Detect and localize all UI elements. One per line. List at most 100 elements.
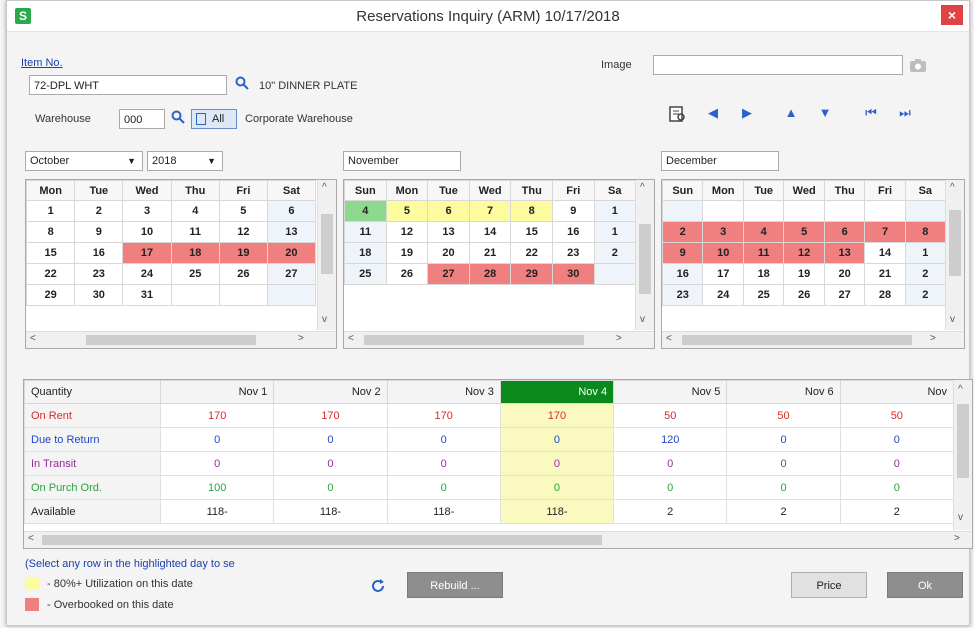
calendar-day[interactable] <box>662 200 704 222</box>
scroll-thumb[interactable] <box>682 335 912 345</box>
calendar-day[interactable] <box>702 200 744 222</box>
calendar-december-vscroll[interactable]: ^ v <box>945 180 964 330</box>
grid-cell[interactable]: 0 <box>726 427 841 452</box>
calendar-day[interactable]: 16 <box>552 221 595 243</box>
grid-column-header[interactable]: Nov 3 <box>386 380 501 404</box>
calendar-day[interactable]: 26 <box>385 263 429 285</box>
calendar-day[interactable]: 2 <box>662 221 704 243</box>
up-arrow-icon[interactable]: ▲ <box>783 105 799 120</box>
calendar-day[interactable]: 29 <box>510 263 554 285</box>
scroll-thumb[interactable] <box>42 535 602 545</box>
calendar-day[interactable]: 19 <box>218 242 268 264</box>
calendar-day[interactable]: 26 <box>783 284 825 306</box>
warehouse-lookup-search-icon[interactable] <box>169 110 187 127</box>
calendar-day[interactable]: 15 <box>510 221 554 243</box>
grid-cell[interactable]: 0 <box>386 451 501 476</box>
grid-cell[interactable]: 2 <box>726 499 841 524</box>
last-record-icon[interactable]: ⏭ <box>895 105 915 121</box>
quantity-grid-hscroll[interactable]: < > <box>24 531 972 548</box>
calendar-day[interactable]: 24 <box>702 284 744 306</box>
next-arrow-icon[interactable]: ▶ <box>739 105 755 121</box>
grid-cell[interactable]: 118- <box>499 499 615 524</box>
close-button[interactable]: × <box>941 5 963 25</box>
grid-cell[interactable]: 0 <box>499 427 615 452</box>
calendar-day[interactable]: 22 <box>510 242 554 264</box>
calendar-day[interactable]: 15 <box>26 242 76 264</box>
table-row[interactable]: In Transit 0 0 0 0 0 0 0 <box>24 451 955 476</box>
calendar-day[interactable]: 23 <box>74 263 124 285</box>
grid-cell[interactable]: 118- <box>273 499 388 524</box>
calendar-day[interactable]: 16 <box>662 263 704 285</box>
grid-column-header[interactable]: Nov 2 <box>273 380 388 404</box>
calendar-day[interactable]: 1 <box>904 242 947 264</box>
grid-cell[interactable]: 0 <box>273 427 388 452</box>
calendar-day[interactable]: 2 <box>904 284 947 306</box>
calendar-day[interactable]: 23 <box>662 284 704 306</box>
grid-cell[interactable]: 0 <box>499 475 615 500</box>
calendar-day[interactable]: 3 <box>702 221 744 243</box>
scroll-up-icon[interactable]: ^ <box>958 384 963 395</box>
scroll-down-icon[interactable]: v <box>640 314 645 325</box>
calendar-november-vscroll[interactable]: ^ v <box>635 180 654 330</box>
calendar-day[interactable]: 4 <box>170 200 220 222</box>
grid-cell[interactable]: 120 <box>613 427 728 452</box>
calendar-day[interactable]: 13 <box>823 242 866 264</box>
calendar-day[interactable]: 6 <box>823 221 866 243</box>
calendar-day[interactable] <box>742 200 785 222</box>
calendar-day[interactable]: 21 <box>864 263 906 285</box>
quantity-grid-vscroll[interactable]: ^ v <box>953 380 972 530</box>
grid-cell[interactable]: 2 <box>613 499 728 524</box>
calendar-day[interactable]: 27 <box>266 263 317 285</box>
grid-cell[interactable]: 0 <box>726 451 841 476</box>
grid-cell[interactable]: 100 <box>160 475 275 500</box>
grid-column-header[interactable]: Nov 1 <box>160 380 275 404</box>
camera-icon[interactable] <box>909 57 927 73</box>
grid-cell[interactable]: 2 <box>839 499 955 524</box>
calendar-day[interactable]: 18 <box>170 242 220 264</box>
calendar-day[interactable]: 6 <box>427 200 470 222</box>
scroll-left-icon[interactable]: < <box>28 533 34 544</box>
calendar-day[interactable]: 30 <box>552 263 595 285</box>
scroll-thumb[interactable] <box>639 224 651 294</box>
rebuild-button[interactable]: Rebuild ... <box>407 572 503 598</box>
down-arrow-icon[interactable]: ▼ <box>817 105 833 120</box>
grid-column-header[interactable]: Nov 5 <box>613 380 728 404</box>
item-no-label[interactable]: Item No. <box>21 57 63 69</box>
grid-cell[interactable]: 0 <box>839 427 955 452</box>
scroll-thumb[interactable] <box>957 404 969 478</box>
grid-cell[interactable]: 170 <box>386 403 501 428</box>
calendar-day[interactable] <box>783 200 825 222</box>
grid-cell[interactable]: 0 <box>499 451 615 476</box>
table-row[interactable]: On Purch Ord. 100 0 0 0 0 0 0 <box>24 475 955 500</box>
calendar-day[interactable] <box>904 200 947 222</box>
calendar-day[interactable]: 2 <box>904 263 947 285</box>
year-select[interactable]: 2018 ▼ <box>147 151 223 171</box>
calendar-day[interactable]: 30 <box>74 284 124 306</box>
calendar-day[interactable]: 27 <box>823 284 866 306</box>
calendar-day[interactable]: 9 <box>74 221 124 243</box>
calendar-day[interactable]: 11 <box>170 221 220 243</box>
calendar-day[interactable]: 19 <box>783 263 825 285</box>
calendar-day[interactable]: 3 <box>122 200 172 222</box>
calendar-day[interactable]: 2 <box>74 200 124 222</box>
grid-cell[interactable]: 50 <box>839 403 955 428</box>
calendar-day[interactable]: 23 <box>552 242 595 264</box>
grid-cell[interactable]: 0 <box>726 475 841 500</box>
previous-arrow-icon[interactable]: ◀ <box>705 105 721 121</box>
grid-cell[interactable]: 0 <box>613 451 728 476</box>
calendar-day[interactable]: 5 <box>218 200 268 222</box>
grid-cell[interactable]: 0 <box>160 427 275 452</box>
calendar-day[interactable]: 31 <box>122 284 172 306</box>
calendar-day[interactable]: 12 <box>783 242 825 264</box>
grid-cell[interactable]: 0 <box>273 475 388 500</box>
calendar-day[interactable] <box>266 284 317 306</box>
calendar-day[interactable]: 6 <box>266 200 317 222</box>
grid-cell[interactable]: 0 <box>386 475 501 500</box>
calendar-day[interactable]: 14 <box>864 242 906 264</box>
calendar-day[interactable]: 2 <box>593 242 636 264</box>
all-warehouses-button[interactable]: All <box>191 109 237 129</box>
calendar-day[interactable]: 11 <box>742 242 785 264</box>
grid-column-header[interactable]: Nov 4 <box>499 380 615 404</box>
grid-cell[interactable]: 170 <box>160 403 275 428</box>
calendar-day[interactable]: 8 <box>510 200 554 222</box>
